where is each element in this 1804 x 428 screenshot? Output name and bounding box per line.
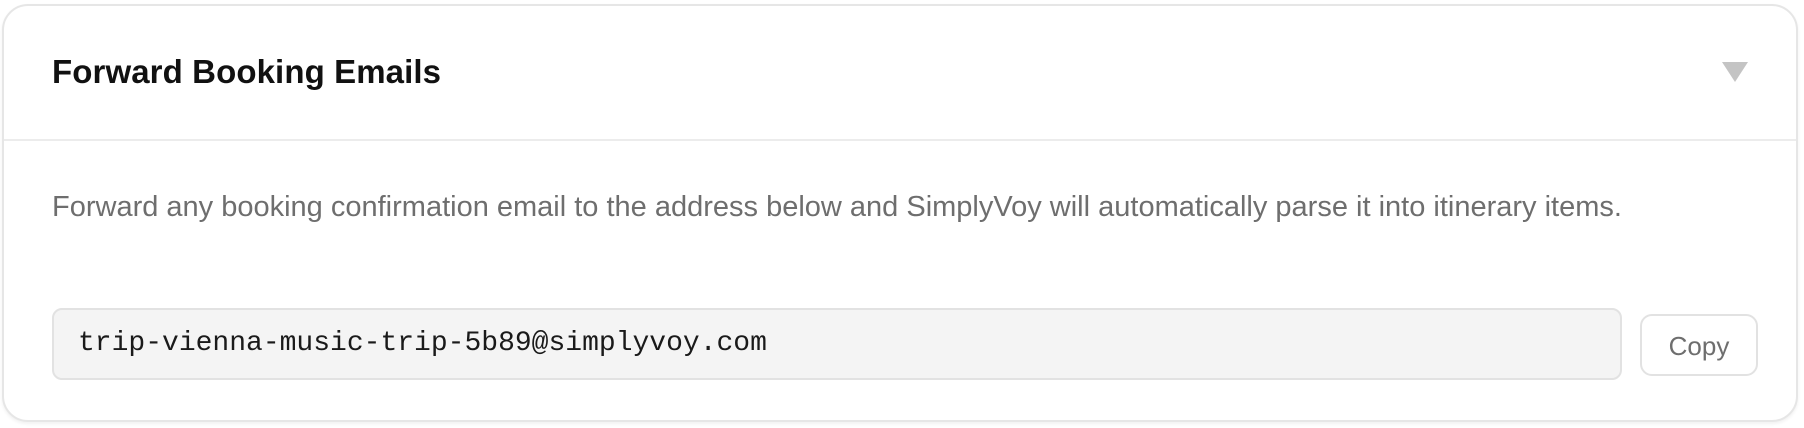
forward-email-row: trip-vienna-music-trip-5b89@simplyvoy.co… xyxy=(52,308,1758,382)
card-header[interactable]: Forward Booking Emails xyxy=(4,6,1796,141)
triangle-down-icon[interactable] xyxy=(1718,56,1752,90)
forward-email-field[interactable]: trip-vienna-music-trip-5b89@simplyvoy.co… xyxy=(52,308,1622,380)
card-body: Forward any booking confirmation email t… xyxy=(52,184,1762,230)
forward-booking-emails-card: Forward Booking Emails Forward any booki… xyxy=(2,4,1798,422)
copy-button[interactable]: Copy xyxy=(1640,314,1758,376)
description-text: Forward any booking confirmation email t… xyxy=(52,191,1622,223)
card-title: Forward Booking Emails xyxy=(52,53,442,90)
